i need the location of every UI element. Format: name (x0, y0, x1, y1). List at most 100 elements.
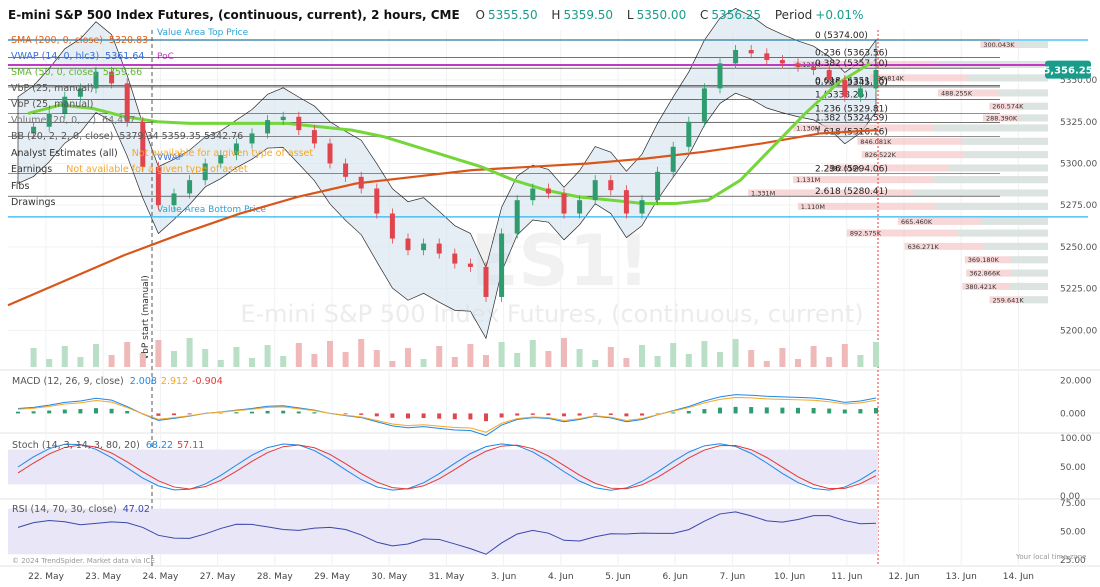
candle-body (686, 121, 692, 147)
vbp-bar-value-area (983, 242, 1048, 250)
macd-histogram-bar (296, 411, 301, 414)
candle-body (187, 180, 193, 194)
fib-label: 1.382 (5324.59) (815, 113, 888, 123)
volume-bar (171, 351, 177, 367)
volume-bar (295, 343, 302, 367)
vbp-bar-value-area (913, 189, 1048, 197)
candle-body (280, 116, 286, 121)
rsi-legend[interactable]: RSI (14, 70, 30, close) 47.02 (12, 504, 150, 515)
vbp-bar-value-area (962, 137, 1048, 145)
legend-fibs[interactable]: Fibs (11, 181, 29, 192)
vbp-label: 369.180K (968, 256, 1000, 264)
macd-histogram-bar (593, 413, 598, 415)
macd-histogram-bar (484, 413, 488, 422)
rsi-band (8, 508, 878, 555)
volume-bar (623, 358, 630, 367)
chart-header: E-mini S&P 500 Index Futures, (continuou… (8, 8, 873, 22)
x-tick-label: 7. Jun (720, 572, 746, 582)
candle-body (748, 50, 754, 54)
volume-bar (529, 340, 536, 367)
x-tick-label: 5. Jun (605, 572, 631, 582)
macd-histogram-bar (359, 413, 364, 415)
y-tick-label: 5250.00 (1060, 243, 1097, 253)
legend-sma200[interactable]: SMA (200, 0, close) 5320.83 (11, 35, 148, 46)
legend-vbp-2[interactable]: VbP (25, manual) (11, 99, 93, 110)
volume-bar (748, 350, 755, 367)
vbp-label: 300.043K (983, 41, 1015, 49)
chart-canvas[interactable]: 22. May 23. May 24. May 27. May 28. May 29. M… (0, 0, 1100, 587)
legend-bb[interactable]: BB (20, 2, 2, 0, close) 5379.34 5359.35 5… (11, 131, 243, 142)
legend-volume[interactable]: Volume (20, 0, ...) 64,457 (11, 115, 135, 126)
macd-histogram-bar (718, 407, 722, 414)
macd-histogram-bar (702, 409, 707, 414)
candle-body (592, 180, 598, 201)
vbp-label: 892.575K (850, 230, 882, 238)
volume-bar (841, 344, 848, 367)
volume-bar (545, 351, 552, 367)
volume-bar (498, 342, 505, 367)
volume-bar (186, 338, 193, 367)
candle-body (140, 121, 146, 167)
macd-histogram-bar (546, 413, 551, 416)
macd-histogram-bar (827, 408, 832, 414)
macd-histogram-bar (733, 406, 738, 414)
vbp-bar-value-area (964, 151, 1048, 159)
volume-bar (264, 345, 271, 367)
vbp-label: 362.866K (969, 270, 1001, 278)
macd-histogram-bar (858, 409, 863, 414)
volume-bar (46, 359, 53, 367)
vbp-bar-value-area (933, 124, 1048, 132)
candle-body (265, 120, 271, 134)
volume-bar (389, 361, 396, 367)
macd-histogram-bar (234, 412, 239, 414)
macd-histogram-bar (265, 410, 270, 414)
candle-body (467, 263, 473, 267)
macd-histogram-bar (187, 413, 192, 415)
candle-body (405, 238, 411, 251)
volume-bar (436, 346, 443, 367)
candle-body (545, 188, 551, 194)
volume-bar (280, 356, 287, 367)
macd-histogram-bar (842, 409, 847, 414)
vbp-bar-value-area (933, 176, 1048, 184)
legend-drawings[interactable]: Drawings (11, 197, 55, 208)
vbp-bar-value-area (1021, 296, 1048, 304)
macd-histogram-bar (562, 413, 566, 417)
volume-bar (514, 353, 521, 367)
legend-vwap[interactable]: VWAP (14, 0, hlc3) 5361.64 (11, 51, 144, 62)
local-time-link[interactable]: Your local time zone (1016, 553, 1086, 561)
legend-vbp[interactable]: VbP (25, manual) (11, 83, 93, 94)
volume-bar (405, 348, 411, 367)
volume-bar (358, 339, 365, 367)
candle-body (483, 266, 489, 297)
volume-bar (685, 354, 692, 367)
value-area-top-label: Value Area Top Price (157, 28, 249, 38)
candle-body (639, 200, 645, 214)
stoch-legend[interactable]: Stoch (14, 3, 14, 3, 80, 20) 68.22 57.11 (12, 440, 204, 451)
y-tick-label: 5300.00 (1060, 159, 1097, 169)
x-tick-label: 3. Jun (491, 572, 517, 582)
macd-histogram-bar (281, 410, 286, 414)
volume-bar (451, 357, 458, 367)
chart-title: E-mini S&P 500 Index Futures, (continuou… (8, 8, 460, 22)
volume-bar (467, 344, 474, 367)
x-tick-label: 13. Jun (946, 572, 977, 582)
candle-body (421, 243, 427, 251)
volume-bar (217, 360, 224, 367)
macd-legend[interactable]: MACD (12, 26, 9, close) 2.008 2.912 -0.904 (12, 376, 223, 387)
x-tick-label: 23. May (85, 572, 121, 582)
volume-bar (701, 341, 708, 367)
volume-bar (779, 348, 786, 367)
volume-bar (233, 347, 240, 367)
ohlc-open: O 5355.50 (475, 8, 538, 22)
fib-label: 0.382 (5357.10) (815, 59, 888, 69)
volume-bar (108, 355, 115, 367)
legend-earnings[interactable]: Earnings Not available for a given type o… (11, 164, 248, 175)
candle-body (374, 188, 380, 214)
stoch-tick: 50.00 (1060, 463, 1086, 473)
legend-analyst[interactable]: Analyst Estimates (all) Not available for… (11, 148, 313, 159)
volume-bar (857, 355, 864, 367)
legend-sma50[interactable]: SMA (50, 0, close) 5359.66 (11, 67, 142, 78)
x-tick-label: 28. May (257, 572, 293, 582)
candle-body (530, 188, 536, 201)
